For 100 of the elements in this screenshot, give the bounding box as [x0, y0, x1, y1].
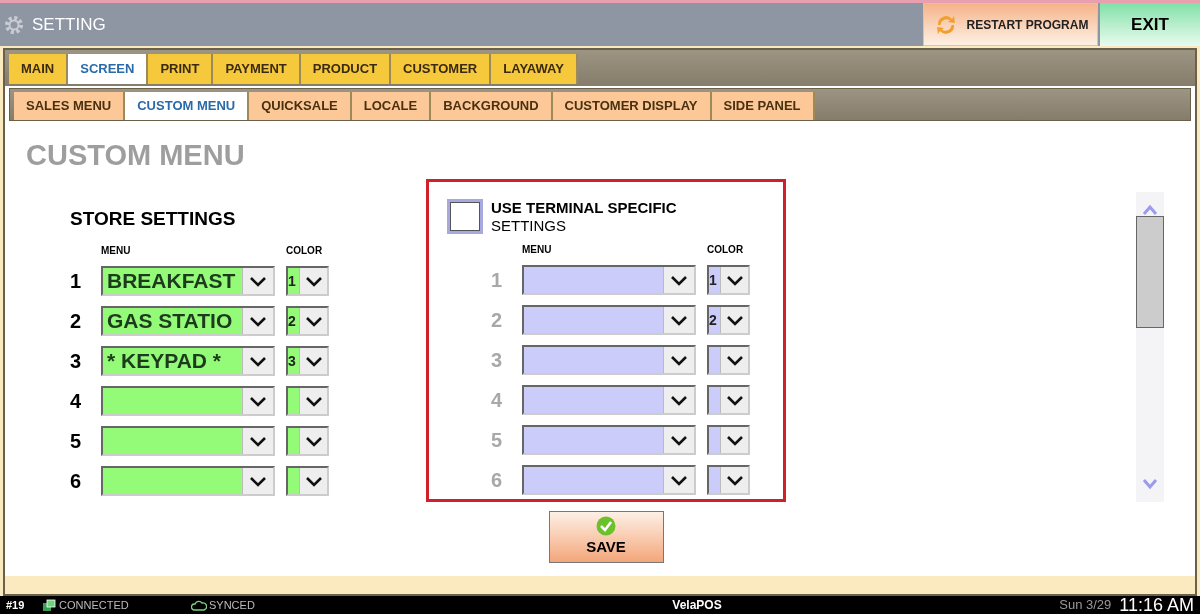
chevron-down-icon: [670, 474, 688, 486]
row-number: 3: [491, 348, 504, 373]
scrollbar[interactable]: [1136, 192, 1164, 502]
chevron-down-icon: [249, 275, 267, 287]
window-title: SETTING: [32, 13, 106, 36]
tab[interactable]: LOCALE: [351, 92, 432, 120]
chevron-down-icon: [249, 395, 267, 407]
section-title: STORE SETTINGS: [70, 207, 237, 231]
network-icon: [42, 598, 56, 612]
menu-dropdown[interactable]: [522, 385, 696, 415]
chevron-down-icon: [725, 434, 744, 446]
menu-dropdown[interactable]: [101, 426, 275, 456]
page-title: CUSTOM MENU: [26, 141, 246, 170]
tab[interactable]: MAIN: [9, 54, 69, 84]
menu-value: GAS STATIO: [107, 308, 233, 335]
menu-dropdown[interactable]: [522, 265, 696, 295]
row-number: 6: [70, 469, 83, 494]
menu-dropdown[interactable]: [522, 465, 696, 495]
row-number: 2: [70, 309, 83, 334]
menu-dropdown[interactable]: [522, 305, 696, 335]
tab[interactable]: CUSTOMER DISPLAY: [552, 92, 712, 120]
column-header: COLOR: [707, 243, 744, 257]
color-dropdown[interactable]: [707, 385, 750, 415]
chevron-down-icon: [670, 394, 688, 406]
tab[interactable]: CUSTOMER: [391, 54, 492, 84]
chevron-down-icon: [304, 475, 323, 487]
row-number: 5: [70, 429, 83, 454]
color-value: 3: [288, 354, 296, 368]
color-dropdown[interactable]: [707, 465, 750, 495]
column-header: MENU: [522, 243, 553, 257]
terminal-number: #19: [6, 597, 26, 613]
chevron-down-icon: [725, 314, 744, 326]
menu-dropdown[interactable]: [101, 466, 275, 496]
chevron-down-icon: [670, 274, 688, 286]
chevron-down-icon: [304, 355, 323, 367]
check-circle-icon: [596, 515, 616, 536]
row-number: 1: [70, 269, 83, 294]
color-dropdown[interactable]: [707, 345, 750, 375]
cloud-icon: [191, 599, 207, 611]
chevron-down-icon: [249, 355, 267, 367]
row-number: 6: [491, 468, 504, 493]
date: Sun 3/29: [1059, 596, 1112, 614]
menu-dropdown[interactable]: BREAKFAST: [101, 266, 275, 296]
checkbox-label: USE TERMINAL SPECIFIC SETTINGS: [491, 199, 677, 235]
color-dropdown[interactable]: 2: [286, 306, 329, 336]
connection-status: CONNECTED: [59, 597, 130, 613]
color-dropdown[interactable]: [286, 426, 329, 456]
color-dropdown[interactable]: 1: [286, 266, 329, 296]
menu-dropdown[interactable]: GAS STATIO: [101, 306, 275, 336]
tab[interactable]: SIDE PANEL: [711, 92, 815, 120]
color-dropdown[interactable]: [286, 386, 329, 416]
restart-button[interactable]: RESTART PROGRAM: [923, 3, 1098, 46]
row-number: 4: [70, 389, 83, 414]
chevron-down-icon: [249, 435, 267, 447]
chevron-down-icon: [304, 275, 323, 287]
row-number: 1: [491, 268, 504, 293]
clock: 11:16 AM: [1119, 596, 1194, 614]
column-header: MENU: [101, 244, 132, 258]
menu-dropdown[interactable]: [522, 345, 696, 375]
color-value: 1: [288, 274, 296, 288]
chevron-down-icon: [670, 434, 688, 446]
color-value: 2: [709, 313, 717, 327]
menu-dropdown[interactable]: [101, 386, 275, 416]
scroll-up-icon: [1142, 204, 1158, 216]
chevron-down-icon: [670, 354, 688, 366]
exit-button[interactable]: EXIT: [1100, 3, 1200, 46]
column-header: COLOR: [286, 244, 323, 258]
tab[interactable]: QUICKSALE: [249, 92, 352, 120]
menu-dropdown[interactable]: * KEYPAD *: [101, 346, 275, 376]
chevron-down-icon: [670, 314, 688, 326]
chevron-down-icon: [725, 274, 744, 286]
save-button[interactable]: SAVE: [548, 511, 664, 563]
color-dropdown[interactable]: [707, 425, 750, 455]
chevron-down-icon: [725, 394, 744, 406]
color-value: 1: [709, 273, 717, 287]
tab[interactable]: PRINT: [148, 54, 214, 84]
tab[interactable]: SCREEN: [68, 54, 149, 84]
color-dropdown[interactable]: [286, 466, 329, 496]
scroll-down-icon: [1142, 478, 1158, 490]
tab[interactable]: PAYMENT: [213, 54, 301, 84]
chevron-down-icon: [304, 435, 323, 447]
chevron-down-icon: [304, 395, 323, 407]
row-number: 2: [491, 308, 504, 333]
app-name: VelaPOS: [672, 597, 722, 614]
row-number: 5: [491, 428, 504, 453]
menu-dropdown[interactable]: [522, 425, 696, 455]
tab[interactable]: PRODUCT: [300, 54, 392, 84]
chevron-down-icon: [725, 354, 744, 366]
chevron-down-icon: [725, 474, 744, 486]
tab[interactable]: CUSTOM MENU: [125, 92, 250, 120]
tab[interactable]: BACKGROUND: [431, 92, 553, 120]
chevron-down-icon: [249, 315, 267, 327]
chevron-down-icon: [249, 475, 267, 487]
tab[interactable]: LAYAWAY: [491, 54, 578, 84]
gear-icon: [4, 14, 24, 35]
tab[interactable]: SALES MENU: [14, 92, 126, 120]
row-number: 4: [491, 388, 504, 413]
chevron-down-icon: [304, 315, 323, 327]
menu-value: * KEYPAD *: [107, 348, 221, 375]
color-dropdown[interactable]: 3: [286, 346, 329, 376]
